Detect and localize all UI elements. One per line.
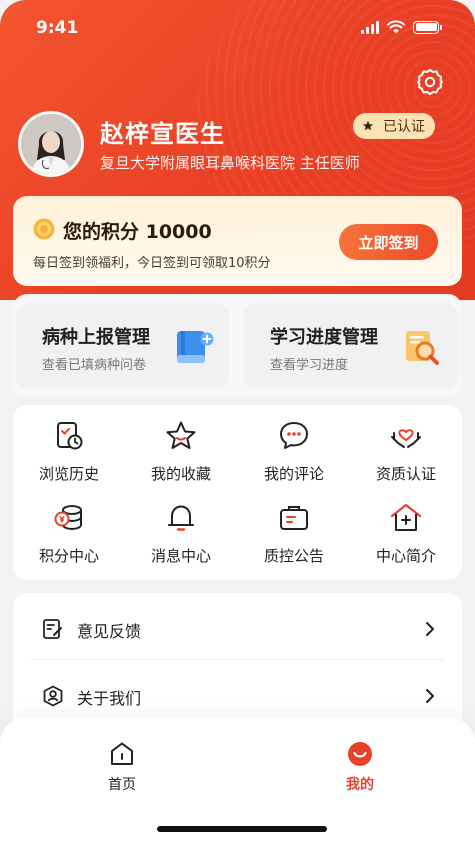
doctor-name: 赵梓宣医生 xyxy=(100,120,225,148)
list-label-about: 关于我们 xyxy=(77,689,142,708)
list-divider xyxy=(31,659,444,660)
study-progress-card[interactable]: 学习进度管理 查看学习进度 xyxy=(244,303,457,389)
bell-icon xyxy=(168,505,194,531)
grid-item-messages[interactable]: 消息中心 xyxy=(133,501,229,566)
verified-label: 已认证 xyxy=(383,119,425,135)
heart-hands-icon xyxy=(391,429,421,448)
coin-icon xyxy=(33,218,55,240)
grid-label-history: 浏览历史 xyxy=(38,465,99,483)
grid-item-announcements[interactable]: 质控公告 xyxy=(246,501,342,566)
status-icons xyxy=(361,20,442,34)
tab-mine[interactable]: 我的 xyxy=(330,740,390,794)
avatar[interactable] xyxy=(18,111,84,177)
grid-item-center-intro[interactable]: 中心简介 xyxy=(358,501,454,566)
status-time: 9:41 xyxy=(36,18,79,38)
study-progress-title: 学习进度管理 xyxy=(270,327,378,348)
book-plus-icon xyxy=(177,331,214,363)
house-plus-icon xyxy=(390,503,422,531)
verified-star-icon xyxy=(360,117,376,135)
tab-mine-label: 我的 xyxy=(346,777,374,793)
grid-label-messages: 消息中心 xyxy=(150,547,211,565)
home-icon xyxy=(111,742,133,765)
doctor-portrait-icon xyxy=(21,114,81,174)
chevron-right-icon xyxy=(426,622,434,636)
feedback-icon xyxy=(43,619,62,639)
briefcase-icon xyxy=(280,506,308,530)
tab-home-label: 首页 xyxy=(108,777,136,793)
grid-label-points-center: 积分中心 xyxy=(38,547,99,565)
grid-item-comments[interactable]: 我的评论 xyxy=(246,419,342,484)
grid-item-favorites[interactable]: 我的收藏 xyxy=(133,419,229,484)
settings-list: 意见反馈 关于我们 xyxy=(13,593,462,733)
disease-report-title: 病种上报管理 xyxy=(42,327,150,348)
grid-item-points-center[interactable]: 积分中心 xyxy=(21,501,117,566)
grid-label-center-intro: 中心简介 xyxy=(375,547,436,565)
points-description: 每日签到领福利，今日签到可领取10积分 xyxy=(33,256,271,271)
battery-icon xyxy=(413,20,442,34)
hospital-title: 复旦大学附属眼耳鼻喉科医院 主任医师 xyxy=(100,154,360,172)
points-card: 您的积分 10000 每日签到领福利，今日签到可领取10积分 立即签到 xyxy=(13,196,462,286)
wifi-icon xyxy=(387,20,405,34)
signin-button[interactable]: 立即签到 xyxy=(339,224,438,260)
status-bar: 9:41 xyxy=(36,18,442,42)
chevron-right-icon xyxy=(426,689,434,703)
home-indicator xyxy=(157,826,327,832)
study-progress-subtitle: 查看学习进度 xyxy=(270,358,349,373)
grid-item-qualification[interactable]: 资质认证 xyxy=(358,419,454,484)
cellular-signal-icon xyxy=(361,20,379,34)
disease-report-card[interactable]: 病种上报管理 查看已填病种问卷 xyxy=(16,303,229,389)
grid-item-history[interactable]: 浏览历史 xyxy=(21,419,117,484)
star-icon xyxy=(166,421,196,449)
document-search-icon xyxy=(406,331,439,365)
comment-icon xyxy=(280,422,308,449)
management-panel: 病种上报管理 查看已填病种问卷 学习进度管理 查看学习进度 xyxy=(13,294,462,397)
disease-report-subtitle: 查看已填病种问卷 xyxy=(42,358,147,373)
tab-home[interactable]: 首页 xyxy=(92,740,152,794)
history-icon xyxy=(57,422,83,450)
settings-gear-icon[interactable] xyxy=(415,67,445,97)
points-title: 您的积分 10000 xyxy=(63,221,212,243)
about-user-icon xyxy=(43,685,63,707)
grid-label-announcements: 质控公告 xyxy=(263,547,324,565)
profile-smile-icon xyxy=(348,742,372,766)
grid-label-qualification: 资质认证 xyxy=(375,465,436,483)
coins-icon xyxy=(54,505,82,531)
grid-label-favorites: 我的收藏 xyxy=(150,465,211,483)
verified-badge: 已认证 xyxy=(353,113,435,139)
list-item-feedback[interactable]: 意见反馈 xyxy=(13,599,462,659)
list-label-feedback: 意见反馈 xyxy=(77,622,142,641)
feature-grid: 浏览历史 我的收藏 我的评论 资质认证 积分中心 消息中心 质控公告 中心简介 xyxy=(13,405,462,580)
grid-label-comments: 我的评论 xyxy=(263,465,324,483)
